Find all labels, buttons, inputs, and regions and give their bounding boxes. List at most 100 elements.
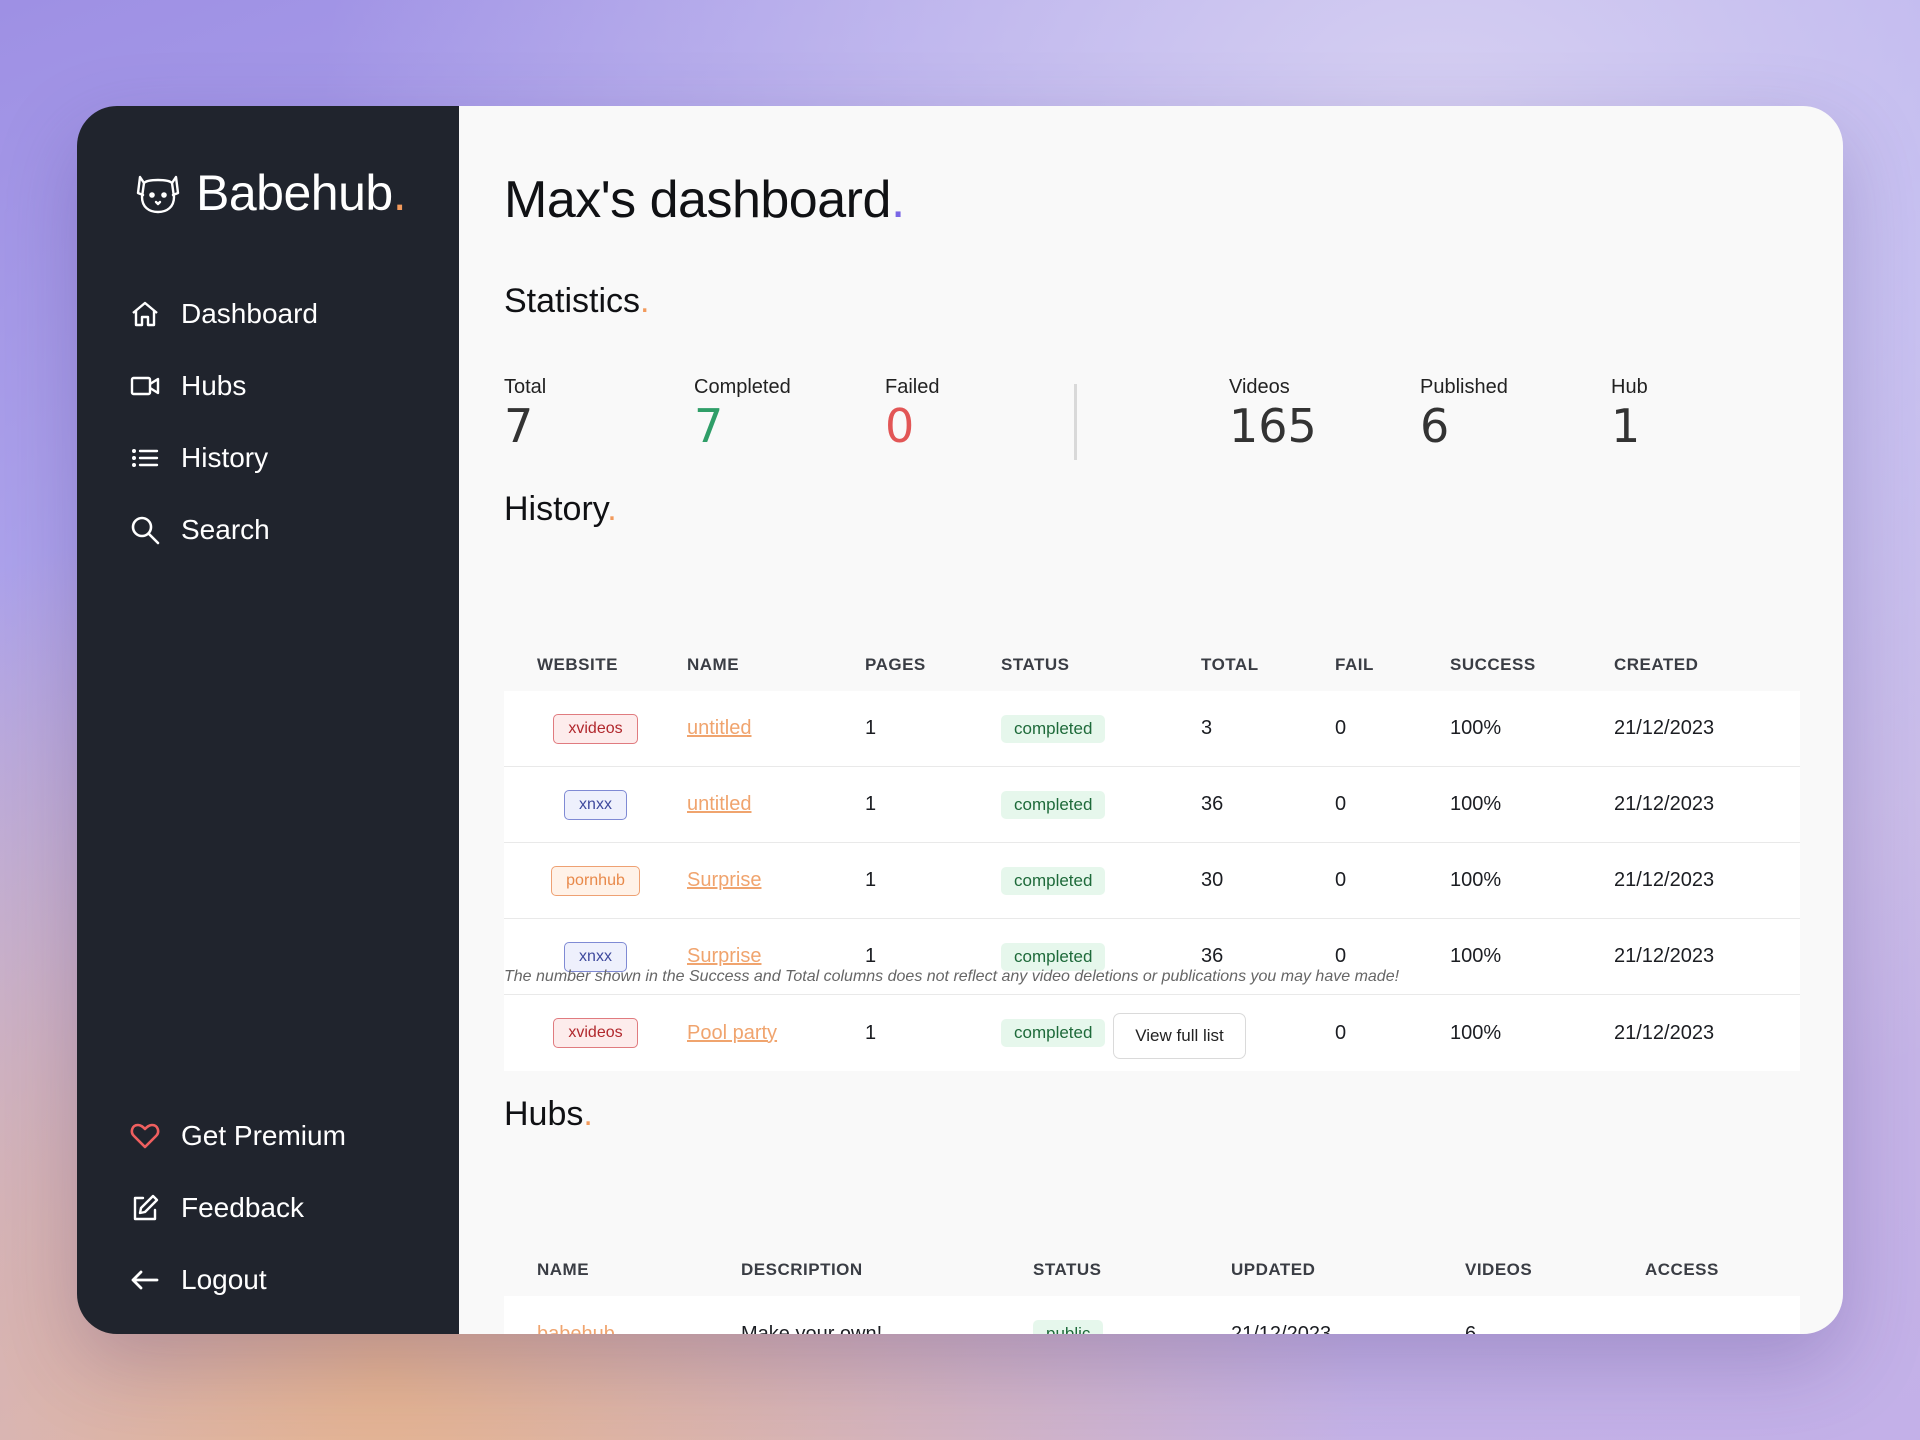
total-cell: 36 <box>1201 945 1224 967</box>
total-cell: 30 <box>1201 869 1224 891</box>
brand-logo[interactable]: Babehub. <box>134 164 407 222</box>
nav-item-dashboard[interactable]: Dashboard <box>129 278 318 350</box>
status-badge: completed <box>1001 942 1106 971</box>
fail-cell: 0 <box>1335 793 1347 815</box>
history-name-link[interactable]: Surprise <box>687 945 761 967</box>
view-full-list-button[interactable]: View full list <box>1113 1013 1246 1059</box>
stat-total: Total 7 <box>504 376 546 449</box>
col-pages: PAGES <box>865 655 926 674</box>
history-footnote: The number shown in the Success and Tota… <box>504 968 1400 985</box>
pages-cell: 1 <box>865 717 877 739</box>
hub-name-link[interactable]: babehub <box>537 1323 615 1335</box>
website-badge: xnxx <box>564 941 627 972</box>
col-created: CREATED <box>1614 655 1699 674</box>
status-badge: completed <box>1001 866 1106 895</box>
stat-label: Published <box>1420 376 1508 398</box>
stat-value: 7 <box>504 399 534 453</box>
page-title: Max's dashboard. <box>504 171 905 229</box>
status-badge: public <box>1033 1320 1104 1334</box>
history-heading: History. <box>504 490 617 528</box>
stat-value: 7 <box>694 399 724 453</box>
home-icon <box>129 298 161 330</box>
stat-published: Published 6 <box>1420 376 1508 449</box>
table-row[interactable]: xvideos untitled 1 completed 3 0 100% 21… <box>504 691 1800 767</box>
created-cell: 21/12/2023 <box>1614 945 1715 967</box>
history-name-link[interactable]: Surprise <box>687 869 761 891</box>
created-cell: 21/12/2023 <box>1614 1021 1715 1044</box>
total-cell: 36 <box>1201 793 1224 815</box>
statistics-panel: Total 7 Completed 7 Failed 0 Videos 165 … <box>504 376 1764 471</box>
fail-cell: 0 <box>1335 869 1347 891</box>
pages-cell: 1 <box>865 1021 877 1044</box>
status-badge: completed <box>1001 790 1106 819</box>
nav-label-hubs: Hubs <box>181 370 247 401</box>
search-icon <box>129 514 161 546</box>
created-cell: 21/12/2023 <box>1614 717 1715 739</box>
nav-item-hubs[interactable]: Hubs <box>129 350 318 422</box>
success-cell: 100% <box>1450 793 1502 815</box>
sidebar: Babehub. Dashboard Hubs History Search G… <box>77 106 459 1334</box>
history-name-link[interactable]: untitled <box>687 717 752 739</box>
website-badge: xvideos <box>553 713 638 744</box>
nav-label-history: History <box>181 442 269 473</box>
fail-cell: 0 <box>1335 717 1347 739</box>
col-videos: VIDEOS <box>1465 1260 1533 1279</box>
pages-cell: 1 <box>865 945 877 967</box>
dog-face-icon <box>134 169 182 217</box>
bottom-nav: Get Premium Feedback Logout <box>129 1100 346 1316</box>
hub-updated: 21/12/2023 <box>1231 1322 1332 1335</box>
col-hub-status: STATUS <box>1033 1260 1102 1279</box>
stat-label: Failed <box>885 376 940 398</box>
website-badge: xnxx <box>564 789 627 820</box>
nav-item-get-premium[interactable]: Get Premium <box>129 1100 346 1172</box>
stat-hub: Hub 1 <box>1611 376 1648 449</box>
website-badge: xvideos <box>553 1018 638 1048</box>
col-website: WEBSITE <box>537 655 618 674</box>
total-cell: 3 <box>1201 717 1213 739</box>
nav-item-search[interactable]: Search <box>129 494 318 566</box>
fail-cell: 0 <box>1335 1021 1347 1044</box>
history-table-header: WEBSITE NAME PAGES STATUS TOTAL FAIL SUC… <box>504 639 1800 691</box>
col-name: NAME <box>687 655 740 674</box>
success-cell: 100% <box>1450 869 1502 891</box>
stat-label: Hub <box>1611 376 1648 398</box>
table-row[interactable]: babehub Make your own! public 21/12/2023… <box>504 1296 1800 1334</box>
status-badge: completed <box>1001 1019 1106 1047</box>
nav-label-feedback: Feedback <box>181 1192 304 1223</box>
stat-value: 6 <box>1420 399 1450 453</box>
history-table: WEBSITE NAME PAGES STATUS TOTAL FAIL SUC… <box>504 639 1800 1071</box>
stat-failed: Failed 0 <box>885 376 939 449</box>
nav-item-feedback[interactable]: Feedback <box>129 1172 346 1244</box>
statistics-heading: Statistics. <box>504 282 650 320</box>
history-name-link[interactable]: Pool party <box>687 1022 777 1044</box>
stat-completed: Completed 7 <box>694 376 791 449</box>
nav-label-search: Search <box>181 514 270 545</box>
edit-icon <box>129 1192 161 1224</box>
col-access: ACCESS <box>1645 1260 1719 1279</box>
nav-label-logout: Logout <box>181 1264 267 1295</box>
hubs-heading: Hubs. <box>504 1095 593 1133</box>
app-window: Babehub. Dashboard Hubs History Search G… <box>77 106 1843 1334</box>
status-badge: completed <box>1001 714 1106 743</box>
nav-item-logout[interactable]: Logout <box>129 1244 346 1316</box>
table-row[interactable]: pornhub Surprise 1 completed 30 0 100% 2… <box>504 843 1800 919</box>
video-camera-icon <box>129 370 161 402</box>
table-row[interactable]: xnxx untitled 1 completed 36 0 100% 21/1… <box>504 767 1800 843</box>
heart-icon <box>129 1120 161 1152</box>
arrow-right-icon[interactable]: → <box>1645 1318 1800 1334</box>
website-badge: pornhub <box>551 865 640 896</box>
stat-videos: Videos 165 <box>1229 376 1317 449</box>
nav-item-history[interactable]: History <box>129 422 318 494</box>
stat-label: Completed <box>694 376 791 398</box>
created-cell: 21/12/2023 <box>1614 793 1715 815</box>
col-total: TOTAL <box>1201 655 1259 674</box>
stat-value: 0 <box>885 399 915 453</box>
col-status: STATUS <box>1001 655 1070 674</box>
hubs-table-header: NAME DESCRIPTION STATUS UPDATED VIDEOS A… <box>504 1244 1800 1296</box>
history-name-link[interactable]: untitled <box>687 793 752 815</box>
main-nav: Dashboard Hubs History Search <box>129 278 318 566</box>
col-updated: UPDATED <box>1231 1260 1316 1279</box>
success-cell: 100% <box>1450 717 1502 739</box>
fail-cell: 0 <box>1335 945 1347 967</box>
col-description: DESCRIPTION <box>741 1260 863 1279</box>
